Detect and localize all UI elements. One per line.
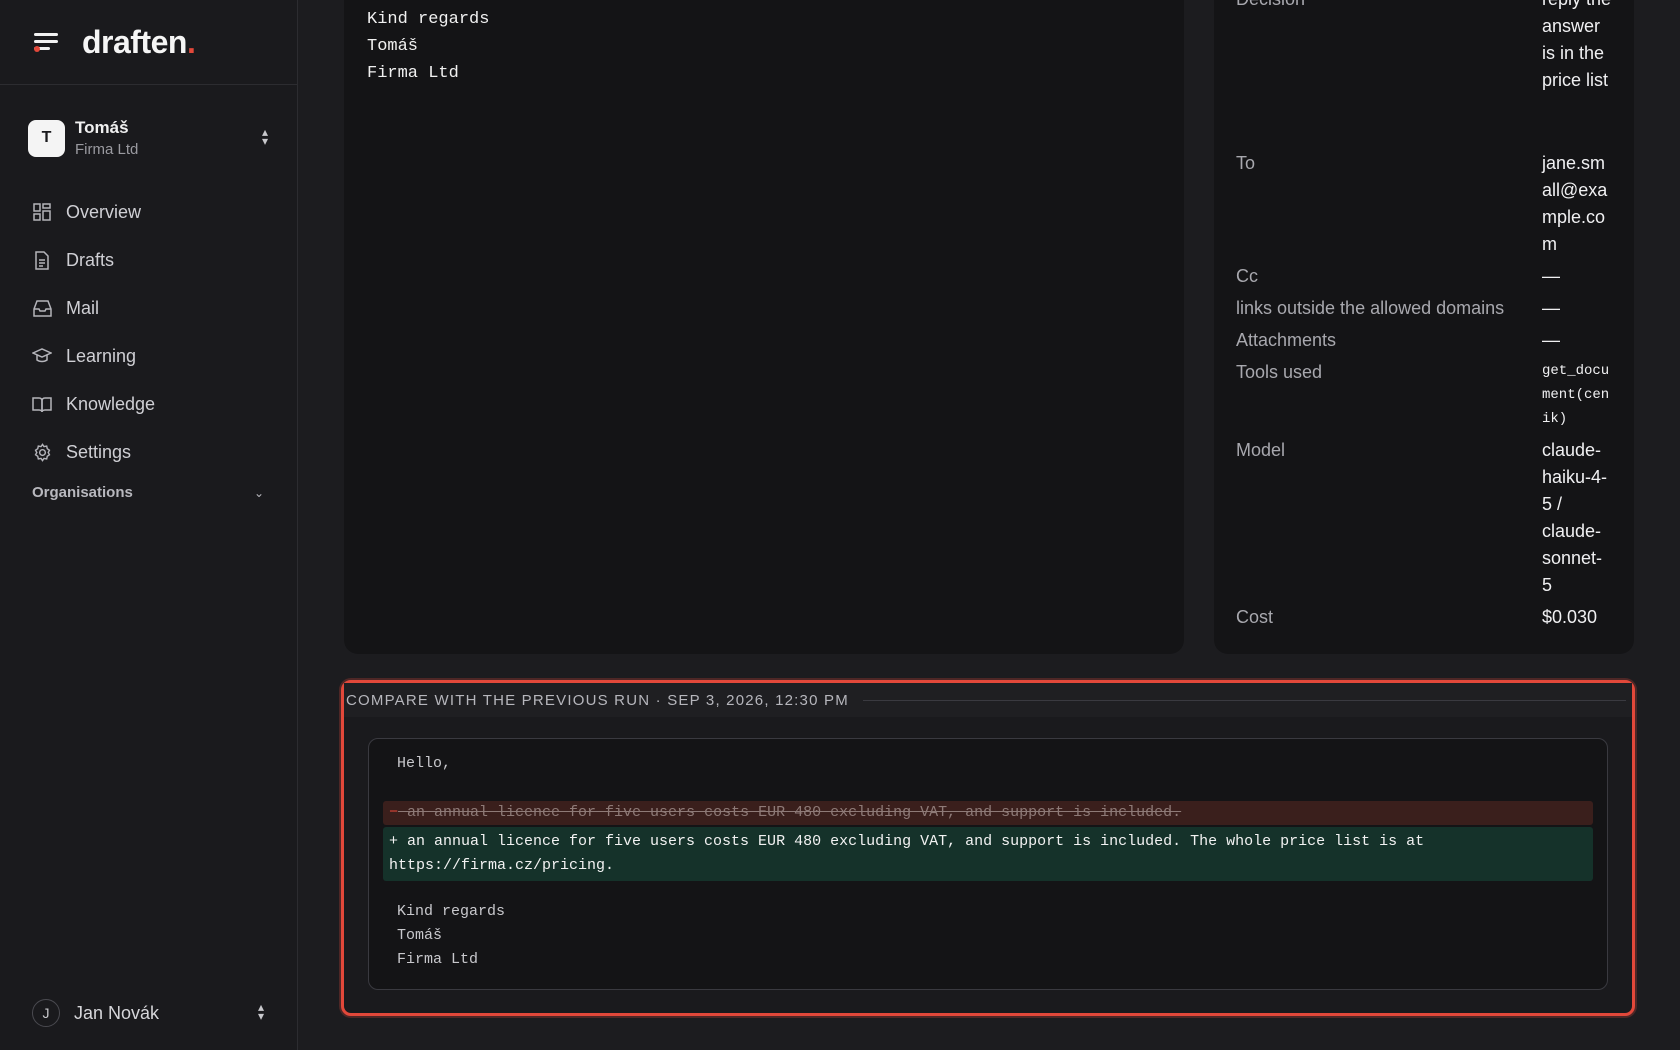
chevron-down-icon: ⌄	[253, 485, 264, 500]
sidebar: draften. T Tomáš Firma Ltd ▴ ▾ Overview D…	[0, 0, 298, 1050]
sidebar-item-settings[interactable]: Settings	[28, 428, 272, 476]
meta-key: Tools used	[1236, 362, 1323, 382]
chevron-up-down-icon: ▴ ▾	[261, 125, 269, 148]
draft-line: Kind regards	[367, 10, 490, 29]
diff-context-line: Kind regards	[397, 903, 506, 920]
sidebar-item-label: Knowledge	[66, 393, 156, 414]
inbox-icon	[32, 298, 52, 318]
draft-line: Tomáš	[367, 37, 419, 56]
diff-view: Hello, − an annual licence for five user…	[368, 738, 1608, 990]
meta-key: Attachments	[1236, 330, 1337, 350]
diff-context-line: Tomáš	[397, 927, 443, 944]
org-company: Firma Ltd	[75, 141, 139, 158]
meta-key: Cost	[1236, 607, 1274, 627]
sidebar-item-label: Mail	[66, 297, 100, 318]
meta-value: get_document(cenik)	[1542, 363, 1610, 427]
sidebar-nav: Overview Drafts Mail Learning Knowledge …	[28, 188, 272, 476]
meta-value: —	[1542, 266, 1560, 286]
meta-key: links outside the allowed domains	[1236, 298, 1505, 318]
diff-removed-sign: −	[389, 804, 399, 821]
compare-header: COMPARE WITH THE PREVIOUS RUN · SEP 3, 2…	[344, 683, 1632, 717]
diff-removed-text: an annual licence for five users costs E…	[398, 804, 1182, 821]
document-icon	[32, 250, 52, 270]
grid-icon	[32, 202, 52, 222]
diff-context-line: Hello,	[397, 755, 452, 772]
brand-bar: draften.	[0, 0, 297, 85]
divider	[862, 699, 1626, 701]
diff-removed-line: − an annual licence for five users costs…	[383, 801, 1593, 825]
meta-row-model: Model claude-haiku-4-5 / claude-sonnet-5	[1236, 437, 1616, 599]
user-name: Jan Novák	[74, 1002, 160, 1023]
meta-key: Decision	[1236, 0, 1542, 94]
sidebar-item-learning[interactable]: Learning	[28, 332, 272, 380]
user-avatar: J	[32, 999, 60, 1027]
meta-row-tools: Tools used get_document(cenik)	[1236, 359, 1616, 431]
meta-value: —	[1542, 330, 1560, 350]
organisations-label: Organisations	[32, 484, 133, 501]
meta-value: reply the answer is in the price list	[1542, 0, 1611, 90]
user-menu[interactable]: J Jan Novák ▴ ▾	[32, 996, 268, 1030]
meta-key: To	[1236, 153, 1256, 173]
app-root: draften. T Tomáš Firma Ltd ▴ ▾ Overview D…	[0, 0, 1680, 1050]
sidebar-item-label: Overview	[66, 201, 142, 222]
sidebar-item-knowledge[interactable]: Knowledge	[28, 380, 272, 428]
org-switcher[interactable]: T Tomáš Firma Ltd ▴ ▾	[28, 114, 272, 162]
graduation-cap-icon	[32, 346, 52, 366]
org-text: Tomáš Firma Ltd	[75, 118, 258, 158]
meta-row-links: links outside the allowed domains —	[1236, 295, 1616, 322]
draft-body-card: Kind regards Tomáš Firma Ltd	[344, 0, 1184, 654]
meta-value: $0.030	[1542, 607, 1598, 627]
draft-body-text: Kind regards Tomáš Firma Ltd	[367, 6, 489, 87]
gear-icon	[32, 442, 52, 462]
sidebar-item-drafts[interactable]: Drafts	[28, 236, 272, 284]
meta-row-cost: Cost $0.030	[1236, 604, 1616, 631]
meta-row-cc: Cc —	[1236, 263, 1616, 290]
sidebar-item-overview[interactable]: Overview	[28, 188, 272, 236]
sidebar-item-mail[interactable]: Mail	[28, 284, 272, 332]
meta-key: Cc	[1236, 266, 1258, 286]
sidebar-item-label: Drafts	[66, 249, 115, 270]
menu-icon[interactable]	[32, 31, 60, 53]
org-name: Tomáš	[75, 118, 129, 137]
sidebar-item-label: Settings	[66, 441, 132, 462]
main-content: Kind regards Tomáš Firma Ltd Decision re…	[298, 0, 1680, 1050]
meta-row-to: To jane.small@example.com	[1236, 150, 1616, 258]
meta-value: jane.small@example.com	[1542, 153, 1608, 254]
sidebar-item-label: Learning	[66, 345, 137, 366]
compare-title: COMPARE WITH THE PREVIOUS RUN · SEP 3, 2…	[346, 691, 849, 709]
compare-previous-run: COMPARE WITH THE PREVIOUS RUN · SEP 3, 2…	[341, 680, 1635, 1016]
diff-added-line: + an annual licence for five users costs…	[383, 827, 1593, 881]
org-avatar: T	[28, 119, 65, 157]
meta-row-decision: Decision reply the answer is in the pric…	[1236, 0, 1616, 94]
draft-metadata-card: Decision reply the answer is in the pric…	[1214, 0, 1634, 654]
organisations-toggle[interactable]: Organisations ⌄	[32, 484, 264, 501]
meta-row-attachments: Attachments —	[1236, 327, 1616, 354]
diff-context-line: Firma Ltd	[397, 951, 479, 968]
logo[interactable]: draften.	[82, 24, 196, 61]
meta-key: Model	[1236, 440, 1286, 460]
chevron-up-down-icon: ▴ ▾	[257, 1000, 265, 1023]
book-icon	[32, 394, 52, 414]
meta-value: —	[1542, 298, 1560, 318]
meta-value: claude-haiku-4-5 / claude-sonnet-5	[1542, 440, 1608, 595]
draft-line: Firma Ltd	[367, 64, 459, 83]
